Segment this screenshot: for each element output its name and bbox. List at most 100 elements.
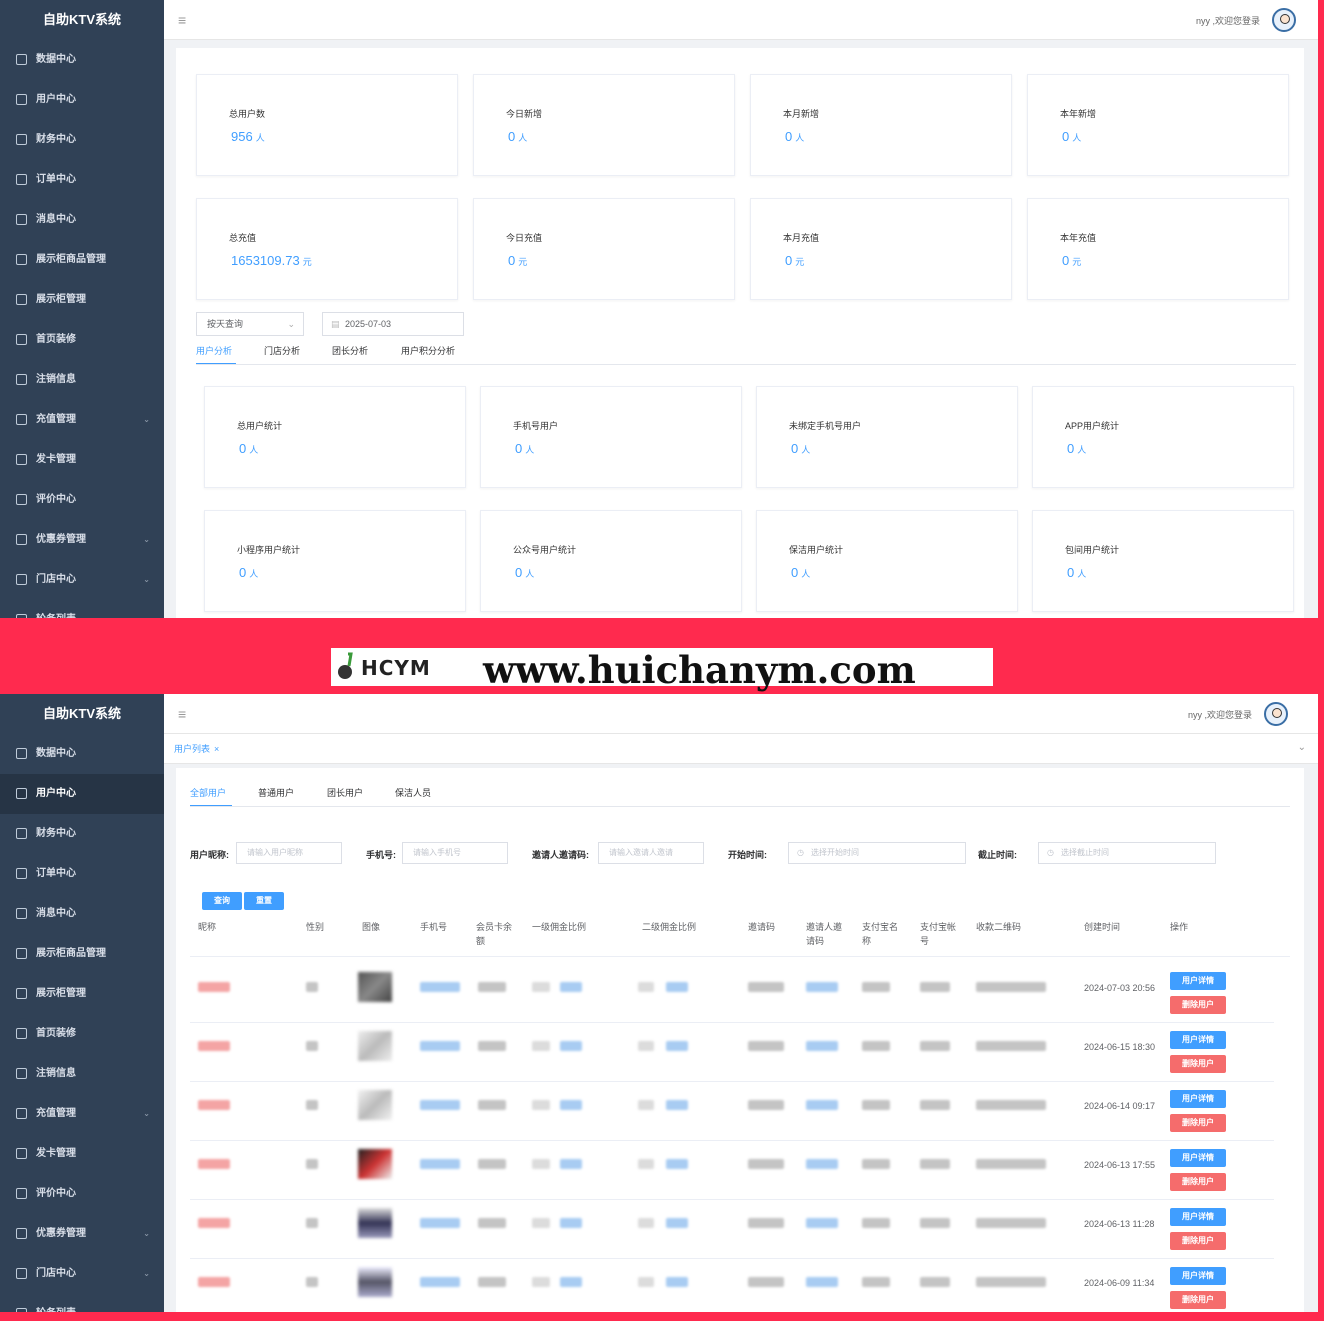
sidebar-item[interactable]: 轮务列表 <box>0 600 164 618</box>
hamburger-icon[interactable]: ≡ <box>178 706 186 722</box>
sidebar-item[interactable]: 充值管理 ⌄ <box>0 400 164 440</box>
sidebar-item[interactable]: 财务中心 <box>0 120 164 160</box>
redacted-cell <box>560 1159 582 1169</box>
redacted-cell <box>976 982 1046 992</box>
sidebar-item[interactable]: 数据中心 <box>0 734 164 774</box>
chevron-down-icon: ⌄ <box>143 415 150 424</box>
sidebar-item[interactable]: 展示柜管理 <box>0 280 164 320</box>
redacted-cell <box>306 1159 318 1169</box>
avatar[interactable] <box>1272 8 1296 32</box>
redacted-cell <box>806 1218 838 1228</box>
sidebar-item[interactable]: 消息中心 <box>0 200 164 240</box>
tab-normal-users[interactable]: 普通用户 <box>258 786 294 799</box>
user-detail-button[interactable]: 用户详情 <box>1170 1267 1226 1285</box>
sidebar-item[interactable]: 订单中心 <box>0 854 164 894</box>
redacted-cell <box>748 1041 784 1051</box>
sidebar-item[interactable]: 注销信息 <box>0 360 164 400</box>
search-button[interactable]: 查询 <box>202 892 242 910</box>
tabs-divider <box>196 364 1296 365</box>
sidebar-item[interactable]: 用户中心 <box>0 80 164 120</box>
delete-user-button[interactable]: 删除用户 <box>1170 1114 1226 1132</box>
filter-invite-code-label: 邀请人邀请码: <box>532 850 589 860</box>
stat-label: 总用户统计 <box>237 421 283 431</box>
nickname-input[interactable]: 请输入用户昵称 <box>236 842 342 864</box>
sidebar-item[interactable]: 门店中心 ⌄ <box>0 1254 164 1294</box>
sidebar-item[interactable]: 注销信息 <box>0 1054 164 1094</box>
end-time-input[interactable]: ◷ 选择截止时间 <box>1038 842 1216 864</box>
tag-user-list[interactable]: 用户列表 × <box>174 742 219 755</box>
logout-icon <box>16 373 27 385</box>
stat-label: 今日新增 <box>506 109 543 119</box>
stat-value: 0人 <box>239 565 259 580</box>
tab-all-users[interactable]: 全部用户 <box>190 786 226 799</box>
query-mode-select[interactable]: 按天查询 ⌄ <box>196 312 304 336</box>
tab-cleaners[interactable]: 保洁人员 <box>395 786 431 799</box>
redacted-cell <box>666 1100 688 1110</box>
sidebar-item-label: 发卡管理 <box>36 1148 76 1159</box>
sidebar-item[interactable]: 展示柜商品管理 <box>0 934 164 974</box>
sidebar-item[interactable]: 用户中心 <box>0 774 164 814</box>
delete-user-button[interactable]: 删除用户 <box>1170 996 1226 1014</box>
sidebar-item[interactable]: 发卡管理 <box>0 1134 164 1174</box>
sidebar-item[interactable]: 评价中心 <box>0 480 164 520</box>
sidebar-item-label: 首页装修 <box>36 1028 76 1039</box>
sidebar-item[interactable]: 数据中心 <box>0 40 164 80</box>
tab-leader-users[interactable]: 团长用户 <box>327 786 363 799</box>
avatar[interactable] <box>1264 702 1288 726</box>
redacted-cell <box>532 1218 550 1228</box>
sidebar-item[interactable]: 财务中心 <box>0 814 164 854</box>
sidebar-item[interactable]: 消息中心 <box>0 894 164 934</box>
sidebar: 自助KTV系统 数据中心 用户中心 财务中心 订单中心 消息中心 展示柜商品管理 展示柜管理… <box>0 694 164 1312</box>
invite-code-input[interactable]: 请输入邀请人邀请 <box>598 842 704 864</box>
created-time: 2024-07-03 20:56 <box>1084 983 1156 993</box>
sidebar-item[interactable]: 订单中心 <box>0 160 164 200</box>
tab-leader-analysis[interactable]: 团长分析 <box>332 344 368 357</box>
tab-store-analysis[interactable]: 门店分析 <box>264 344 300 357</box>
phone-input[interactable]: 请输入手机号 <box>402 842 508 864</box>
user-detail-button[interactable]: 用户详情 <box>1170 1031 1226 1049</box>
stat-label: 本月新增 <box>783 109 820 119</box>
sidebar-item-label: 评价中心 <box>36 494 76 505</box>
sidebar-item[interactable]: 优惠券管理 ⌄ <box>0 520 164 560</box>
sidebar-item[interactable]: 充值管理 ⌄ <box>0 1094 164 1134</box>
dashboard-content: 总用户数 956 人今日新增 0 人本月新增 0 人本年新增 0 人总充值 1653109.73 元… <box>176 48 1304 618</box>
sidebar-item-label: 轮务列表 <box>36 1308 76 1312</box>
date-picker[interactable]: ▤ 2025-07-03 <box>322 312 464 336</box>
redacted-cell <box>420 1277 460 1287</box>
stat-label: APP用户统计 <box>1065 421 1120 431</box>
sidebar-item-label: 门店中心 <box>36 1268 76 1279</box>
redacted-cell <box>306 1041 318 1051</box>
tab-points-analysis[interactable]: 用户积分分析 <box>401 344 455 357</box>
redacted-cell <box>478 1218 506 1228</box>
chevron-down-icon[interactable]: ⌄ <box>1298 742 1306 753</box>
table-row: 2024-07-03 20:56 用户详情删除用户 <box>176 964 1304 1023</box>
delete-user-button[interactable]: 删除用户 <box>1170 1291 1226 1309</box>
close-icon[interactable]: × <box>214 744 219 754</box>
tab-user-analysis[interactable]: 用户分析 <box>196 344 232 357</box>
table-header-cell: 操作 <box>1170 922 1189 932</box>
sidebar-item[interactable]: 轮务列表 <box>0 1294 164 1312</box>
sidebar-item[interactable]: 优惠券管理 ⌄ <box>0 1214 164 1254</box>
hamburger-icon[interactable]: ≡ <box>178 12 186 28</box>
redacted-cell <box>806 1041 838 1051</box>
delete-user-button[interactable]: 删除用户 <box>1170 1232 1226 1250</box>
sidebar-item[interactable]: 评价中心 <box>0 1174 164 1214</box>
delete-user-button[interactable]: 删除用户 <box>1170 1173 1226 1191</box>
sidebar-item[interactable]: 首页装修 <box>0 1014 164 1054</box>
sidebar-item[interactable]: 首页装修 <box>0 320 164 360</box>
user-detail-button[interactable]: 用户详情 <box>1170 1149 1226 1167</box>
user-detail-button[interactable]: 用户详情 <box>1170 1208 1226 1226</box>
sidebar-item[interactable]: 门店中心 ⌄ <box>0 560 164 600</box>
user-detail-button[interactable]: 用户详情 <box>1170 1090 1226 1108</box>
reset-button[interactable]: 重置 <box>244 892 284 910</box>
user-detail-button[interactable]: 用户详情 <box>1170 972 1226 990</box>
stat-label: 包间用户统计 <box>1065 545 1120 555</box>
redacted-cell <box>306 1100 318 1110</box>
sidebar-item[interactable]: 发卡管理 <box>0 440 164 480</box>
sidebar-item[interactable]: 展示柜管理 <box>0 974 164 1014</box>
delete-user-button[interactable]: 删除用户 <box>1170 1055 1226 1073</box>
sidebar-item[interactable]: 展示柜商品管理 <box>0 240 164 280</box>
redacted-cell <box>560 1041 582 1051</box>
monitor-icon <box>16 53 27 65</box>
start-time-input[interactable]: ◷ 选择开始时间 <box>788 842 966 864</box>
